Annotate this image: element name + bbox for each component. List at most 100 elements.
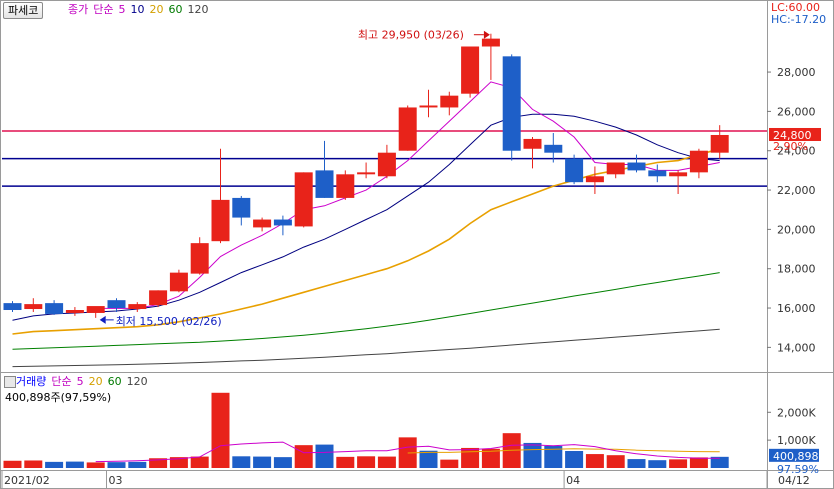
volume-tag-label: 400,898 [773,450,819,463]
stock-name-button[interactable]: 파세코 [3,2,44,19]
candle-body[interactable] [710,134,729,153]
main-legend-item-6: 120 [187,3,209,16]
volume-bar[interactable] [253,456,272,468]
main-legend-item-2: 5 [118,3,126,16]
candle-body[interactable] [253,219,272,228]
main-legend: 종가 단순 5 10 20 60 120 [68,3,214,17]
price-y-tick-label: 28,000 [777,66,816,79]
price-y-tick-label: 22,000 [777,184,816,197]
x-axis-label: 03 [109,474,123,487]
candle-body[interactable] [585,176,604,183]
candle-body[interactable] [357,172,376,175]
candle-body[interactable] [440,95,459,108]
volume-bar[interactable] [45,461,64,468]
volume-bar[interactable] [211,392,230,468]
candle-body[interactable] [336,174,355,198]
candle-body[interactable] [149,290,168,306]
candle-body[interactable] [294,172,313,227]
candle-body[interactable] [190,243,209,274]
candle-body[interactable] [45,303,64,314]
price-y-tick-label: 16,000 [777,302,816,315]
volume-bar[interactable] [294,445,313,468]
main-legend-item-0: 종가 [68,3,89,16]
chart-canvas[interactable]: 28,00026,00024,00022,00020,00018,00016,0… [0,0,834,489]
volume-bar[interactable] [669,459,688,468]
volume-bar[interactable] [419,450,438,468]
price-y-tick-label: 26,000 [777,105,816,118]
candle-body[interactable] [481,38,500,47]
volume-legend: 거래량 단순 5 20 60 120 [16,375,153,389]
volume-toggle-box[interactable] [4,376,16,388]
candle-body[interactable] [315,170,334,198]
volume-pct-label: 97.59% [777,463,819,476]
low-arrow-head [99,315,106,324]
candle-body[interactable] [502,56,521,151]
hc-value: HC:-17.20 [771,13,827,26]
candle-body[interactable] [565,158,584,183]
candle-body[interactable] [232,197,251,218]
main-legend-item-1: 단순 [93,3,114,16]
volume-legend-item-0: 거래량 [16,375,47,388]
volume-y-tick-label: 1,000K [777,434,816,447]
chart-window: 28,000 26,000 24,000 22,000 20,000 18,000 16,0… [0,0,834,489]
ma120-line [12,328,720,368]
volume-bar[interactable] [65,461,84,468]
volume-bar[interactable] [273,457,292,468]
candle-body[interactable] [627,162,646,171]
candle-body[interactable] [606,162,625,175]
volume-legend-item-5: 120 [126,375,148,388]
candle-body[interactable] [65,310,84,313]
price-y-tick-label: 14,000 [777,341,816,354]
candle-body[interactable] [377,152,396,177]
volume-bar[interactable] [689,457,708,468]
x-axis-label: 04 [566,474,580,487]
volume-bar[interactable] [86,462,105,468]
volume-bar[interactable] [461,447,480,468]
volume-bar[interactable] [107,462,126,468]
volume-y-tick-label: 2,000K [777,406,816,419]
volume-bar[interactable] [24,460,43,468]
volume-value-text: 400,898주(97,59%) [5,391,112,404]
candle-body[interactable] [211,199,230,242]
candle-body[interactable] [523,138,542,149]
volume-bar[interactable] [190,456,209,468]
volume-bar[interactable] [377,456,396,468]
volume-bar[interactable] [523,442,542,468]
low-annotation: 최저 15,500 (02/26) [116,315,222,328]
candle-body[interactable] [648,170,667,177]
volume-legend-item-1: 단순 [51,375,72,388]
high-arrow-head [483,30,490,39]
volume-bar[interactable] [128,461,147,468]
candle-body[interactable] [273,219,292,226]
volume-legend-item-3: 20 [88,375,103,388]
volume-bar[interactable] [606,455,625,468]
volume-bar[interactable] [315,444,334,468]
candle-body[interactable] [86,306,105,313]
candle-body[interactable] [461,46,480,94]
volume-bar[interactable] [627,459,646,468]
main-legend-item-3: 10 [130,3,145,16]
candle-body[interactable] [419,105,438,108]
candle-body[interactable] [24,304,43,310]
main-legend-item-5: 60 [168,3,183,16]
volume-bar[interactable] [565,451,584,468]
candle-body[interactable] [689,150,708,173]
volume-bar[interactable] [232,456,251,468]
last-pct-label: 2.90% [773,140,808,153]
candle-body[interactable] [398,107,417,151]
volume-bar[interactable] [648,460,667,468]
candle-body[interactable] [544,144,563,153]
candle-body[interactable] [169,272,188,292]
candle-body[interactable] [3,303,22,311]
candle-body[interactable] [669,172,688,177]
volume-bar[interactable] [3,460,22,468]
volume-bar[interactable] [357,456,376,468]
volume-bar[interactable] [440,459,459,468]
x-axis-label: 04/12 [778,474,810,487]
main-legend-item-4: 20 [149,3,164,16]
candle-body[interactable] [107,300,126,309]
volume-bar[interactable] [336,456,355,468]
volume-bar[interactable] [585,454,604,468]
x-axis-label: 2021/02 [4,474,50,487]
candle-body[interactable] [128,304,147,310]
